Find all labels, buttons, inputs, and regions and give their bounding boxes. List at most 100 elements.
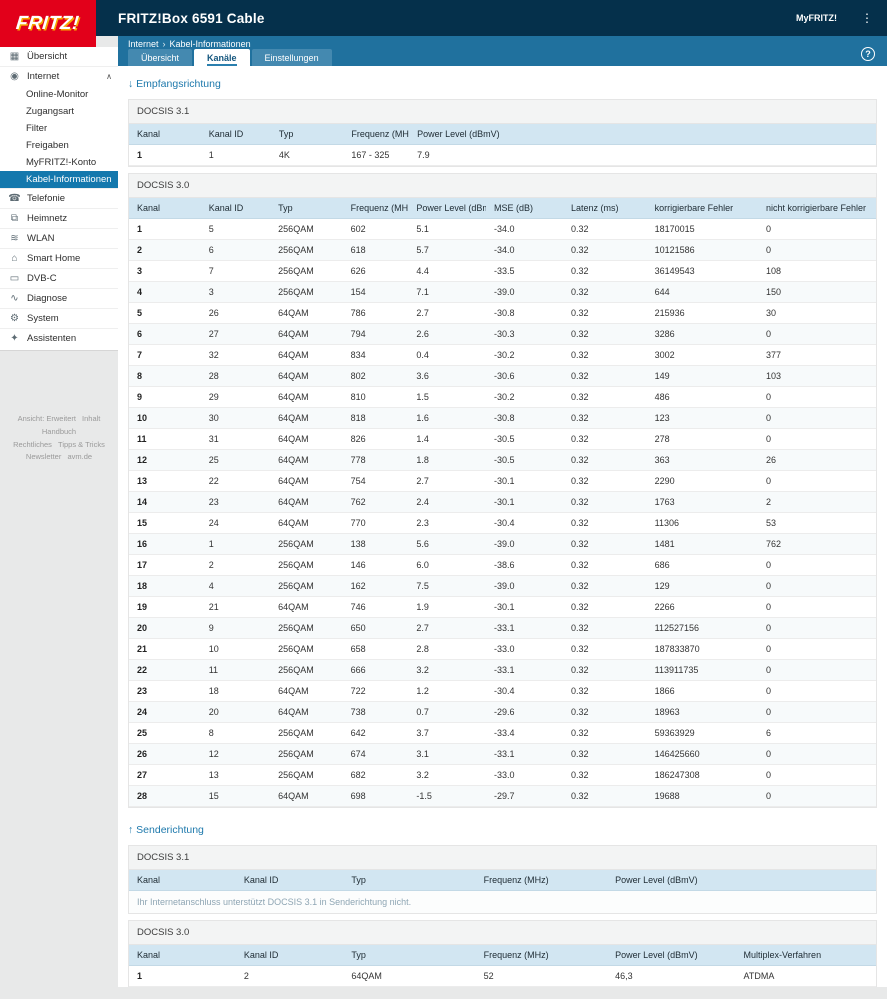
- sidebar-item-kabel-informationen[interactable]: Kabel-Informationen: [0, 171, 118, 188]
- column-header: Power Level (dBmV): [408, 198, 487, 219]
- breadcrumb-separator: ›: [162, 39, 166, 49]
- table-cell: 28: [200, 365, 271, 387]
- table-cell: -33.0: [486, 638, 563, 660]
- sidebar-item-internet[interactable]: ◉ Internet ∧: [0, 66, 118, 86]
- table-cell: 44,3: [607, 986, 736, 987]
- rx-docsis30-label: DOCSIS 3.0: [129, 174, 876, 198]
- sidebar-item-smart-home[interactable]: ⌂ Smart Home: [0, 248, 118, 268]
- table-cell: -33.4: [486, 722, 563, 744]
- sidebar-item-dvb-c[interactable]: ▭ DVB-C: [0, 268, 118, 288]
- table-cell: 658: [342, 638, 409, 660]
- table-header-row: KanalKanal IDTypFrequenz (MHz)Power Leve…: [129, 124, 876, 145]
- table-cell: ATDMA: [735, 965, 876, 987]
- column-header: Kanal ID: [235, 945, 344, 966]
- sidebar-item-label: DVB-C: [27, 273, 57, 284]
- tx-docsis30-section: DOCSIS 3.0 Kanal Kanal ID Typ Frequenz (MHz…: [128, 920, 877, 987]
- table-cell: 0.32: [562, 596, 647, 618]
- sidebar-item-zugangsart[interactable]: Zugangsart: [0, 103, 118, 120]
- tab-kanaele[interactable]: Kanäle: [194, 49, 250, 66]
- sidebar-item-system[interactable]: ⚙ System: [0, 308, 118, 328]
- table-row: 13 22 64QAM 754 2.7 -30.1 0.32 2290 0: [129, 470, 876, 492]
- fritz-logo[interactable]: FRITZ!: [0, 0, 96, 47]
- down-arrow-icon: ↓: [128, 78, 134, 90]
- table-cell: 256QAM: [270, 764, 343, 786]
- overflow-menu-icon[interactable]: ⋮: [857, 11, 877, 25]
- footer-link-handbuch[interactable]: Handbuch: [42, 427, 76, 436]
- table-cell: 64QAM: [270, 344, 343, 366]
- breadcrumb-section[interactable]: Internet: [128, 39, 159, 49]
- table-row: 1 1 4K 167 - 325 7.9: [129, 144, 876, 166]
- table-row: 24 20 64QAM 738 0.7 -29.6 0.32 18963 0: [129, 701, 876, 723]
- table-header-row: KanalKanal IDTypFrequenz (MHz)Power Leve…: [129, 945, 876, 966]
- internet-icon: ◉: [10, 71, 19, 82]
- sidebar-item-diagnose[interactable]: ∿ Diagnose: [0, 288, 118, 308]
- footer-link-ansicht[interactable]: Ansicht: Erweitert: [18, 414, 76, 423]
- table-cell: 770: [342, 512, 409, 534]
- table-cell: 1.2: [408, 680, 487, 702]
- table-cell: 31: [200, 428, 271, 450]
- table-cell: -30.2: [486, 344, 563, 366]
- table-cell: 186247308: [646, 764, 758, 786]
- sidebar-item-online-monitor[interactable]: Online-Monitor: [0, 86, 118, 103]
- help-icon[interactable]: ?: [861, 47, 875, 61]
- table-cell: 6: [757, 722, 876, 744]
- table-cell: 626: [342, 260, 409, 282]
- footer-link-inhalt[interactable]: Inhalt: [82, 414, 100, 423]
- rx-docsis31-label: DOCSIS 3.1: [129, 100, 876, 124]
- sidebar: ▦ Übersicht ◉ Internet ∧ Online-Monitor …: [0, 47, 118, 999]
- table-row: 28 15 64QAM 698 -1.5 -29.7 0.32 19688 0: [129, 785, 876, 807]
- sidebar-item-telefonie[interactable]: ☎ Telefonie: [0, 188, 118, 208]
- footer-link-tipps[interactable]: Tipps & Tricks: [58, 440, 105, 449]
- table-cell: 256QAM: [270, 575, 343, 597]
- table-cell: 27: [129, 764, 201, 786]
- table-row: 20 9 256QAM 650 2.7 -33.1 0.32 112527156 0: [129, 617, 876, 639]
- table-cell: 64QAM: [270, 323, 343, 345]
- table-cell: 3.6: [408, 365, 487, 387]
- table-cell: 5.7: [408, 239, 487, 261]
- table-cell: -33.1: [486, 743, 563, 765]
- table-cell: 22: [200, 470, 271, 492]
- table-row: 10 30 64QAM 818 1.6 -30.8 0.32 123 0: [129, 407, 876, 429]
- table-cell: -33.1: [486, 617, 563, 639]
- sidebar-item-freigaben[interactable]: Freigaben: [0, 137, 118, 154]
- sub-item-label: Kabel-Informationen: [26, 174, 112, 185]
- column-header: Kanal ID: [200, 198, 271, 219]
- rx-docsis30-section: DOCSIS 3.0 KanalKanal IDTypFrequenz (MHz…: [128, 173, 877, 808]
- table-cell: 24: [200, 512, 271, 534]
- table-cell: -39.0: [486, 575, 563, 597]
- table-row: 11 31 64QAM 826 1.4 -30.5 0.32 278 0: [129, 428, 876, 450]
- table-cell: 1763: [646, 491, 758, 513]
- table-row: 17 2 256QAM 146 6.0 -38.6 0.32 686 0: [129, 554, 876, 576]
- table-cell: 256QAM: [270, 743, 343, 765]
- tab-einstellungen[interactable]: Einstellungen: [251, 49, 332, 66]
- table-cell: 11: [129, 428, 201, 450]
- sidebar-item-assistenten[interactable]: ✦ Assistenten: [0, 328, 118, 348]
- table-row: 25 8 256QAM 642 3.7 -33.4 0.32 59363929 6: [129, 722, 876, 744]
- table-cell: -34.0: [486, 239, 563, 261]
- table-cell: 64QAM: [270, 596, 343, 618]
- table-cell: 2: [129, 986, 236, 987]
- table-cell: 23: [129, 680, 201, 702]
- footer-link-rechtliches[interactable]: Rechtliches: [13, 440, 52, 449]
- footer-link-newsletter[interactable]: Newsletter: [26, 452, 61, 461]
- table-cell: 7.9: [409, 144, 876, 166]
- sidebar-item-wlan[interactable]: ≋ WLAN: [0, 228, 118, 248]
- table-cell: 0.32: [562, 722, 647, 744]
- table-cell: 167 - 325: [343, 144, 410, 166]
- table-row: 1 5 256QAM 602 5.1 -34.0 0.32 18170015 0: [129, 218, 876, 240]
- sidebar-item-uebersicht[interactable]: ▦ Übersicht: [0, 47, 118, 66]
- myfritz-link[interactable]: MyFRITZ!: [796, 13, 837, 23]
- table-cell: 20: [200, 701, 271, 723]
- footer-link-avmde[interactable]: avm.de: [67, 452, 92, 461]
- tab-uebersicht[interactable]: Übersicht: [128, 49, 193, 66]
- sidebar-item-myfritz-konto[interactable]: MyFRITZ!-Konto: [0, 154, 118, 171]
- breadcrumb: Internet › Kabel-Informationen: [118, 36, 887, 49]
- sidebar-item-heimnetz[interactable]: ⧉ Heimnetz: [0, 208, 118, 228]
- table-cell: 0.32: [562, 785, 647, 807]
- table-cell: 3.2: [408, 659, 487, 681]
- column-header: Frequenz (MHz): [342, 198, 409, 219]
- sidebar-item-filter[interactable]: Filter: [0, 120, 118, 137]
- table-cell: 64QAM: [343, 986, 476, 987]
- table-cell: 26: [129, 743, 201, 765]
- breadcrumb-page: Kabel-Informationen: [169, 39, 251, 49]
